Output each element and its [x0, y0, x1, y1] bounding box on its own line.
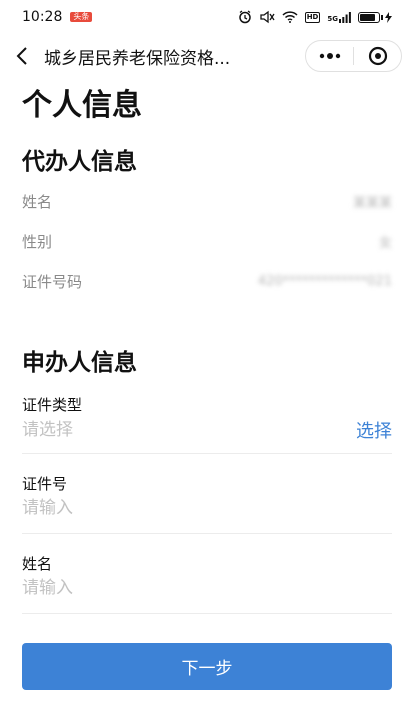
id-type-select-link[interactable]: 选择: [356, 417, 392, 443]
status-bar: 10:28 头条 HD 5G: [0, 0, 414, 34]
id-type-line: 选择: [22, 417, 392, 443]
agent-gender-row: 性别 女: [22, 229, 392, 253]
charging-icon: [385, 11, 392, 23]
id-number-line: [22, 498, 392, 518]
wifi-icon: [282, 11, 298, 23]
hd-icon: HD: [304, 11, 321, 23]
more-button[interactable]: [306, 41, 353, 71]
applicant-section-title: 申办人信息: [22, 350, 137, 376]
nav-title: 城乡居民养老保险资格...: [44, 48, 231, 69]
target-circle-icon: [368, 46, 387, 66]
miniprogram-capsule: [305, 40, 402, 72]
name-label: 姓名: [22, 555, 53, 573]
agent-id-row: 证件号码 420*************021: [22, 269, 392, 293]
signal-icon: 5G: [327, 11, 351, 23]
status-icons: HD 5G: [238, 10, 392, 24]
agent-section-title: 代办人信息: [22, 149, 137, 175]
agent-gender-value: 女: [378, 235, 392, 251]
agent-name-value: 某某某: [352, 195, 392, 211]
agent-id-label: 证件号码: [22, 272, 83, 291]
id-number-input[interactable]: [22, 498, 302, 518]
more-dots-icon: [319, 53, 340, 59]
alarm-icon: [238, 10, 251, 24]
id-number-label: 证件号: [22, 475, 68, 493]
agent-id-value: 420*************021: [257, 273, 392, 289]
id-type-label: 证件类型: [22, 396, 83, 414]
id-number-field[interactable]: 证件号: [22, 473, 392, 534]
status-time: 10:28: [22, 9, 63, 25]
agent-name-row: 姓名 某某某: [22, 189, 392, 213]
battery-icon: [358, 11, 392, 23]
notification-badge: 头条: [70, 12, 93, 22]
status-left: 10:28 头条: [22, 9, 93, 25]
chevron-left-icon: [16, 47, 27, 65]
mute-icon: [260, 10, 275, 24]
agent-gender-label: 性别: [22, 232, 53, 251]
id-type-field[interactable]: 证件类型 选择: [22, 394, 392, 454]
agent-name-label: 姓名: [22, 192, 53, 211]
page-title: 个人信息: [22, 88, 142, 123]
close-miniprogram-button[interactable]: [354, 41, 401, 71]
id-type-input[interactable]: [22, 420, 302, 440]
name-input[interactable]: [22, 578, 302, 598]
name-line: [22, 578, 392, 598]
name-field[interactable]: 姓名: [22, 553, 392, 614]
network-label: 5G: [327, 14, 338, 23]
nav-bar: 城乡居民养老保险资格...: [0, 34, 414, 78]
back-button[interactable]: [0, 34, 44, 78]
next-step-button[interactable]: 下一步: [22, 643, 392, 690]
